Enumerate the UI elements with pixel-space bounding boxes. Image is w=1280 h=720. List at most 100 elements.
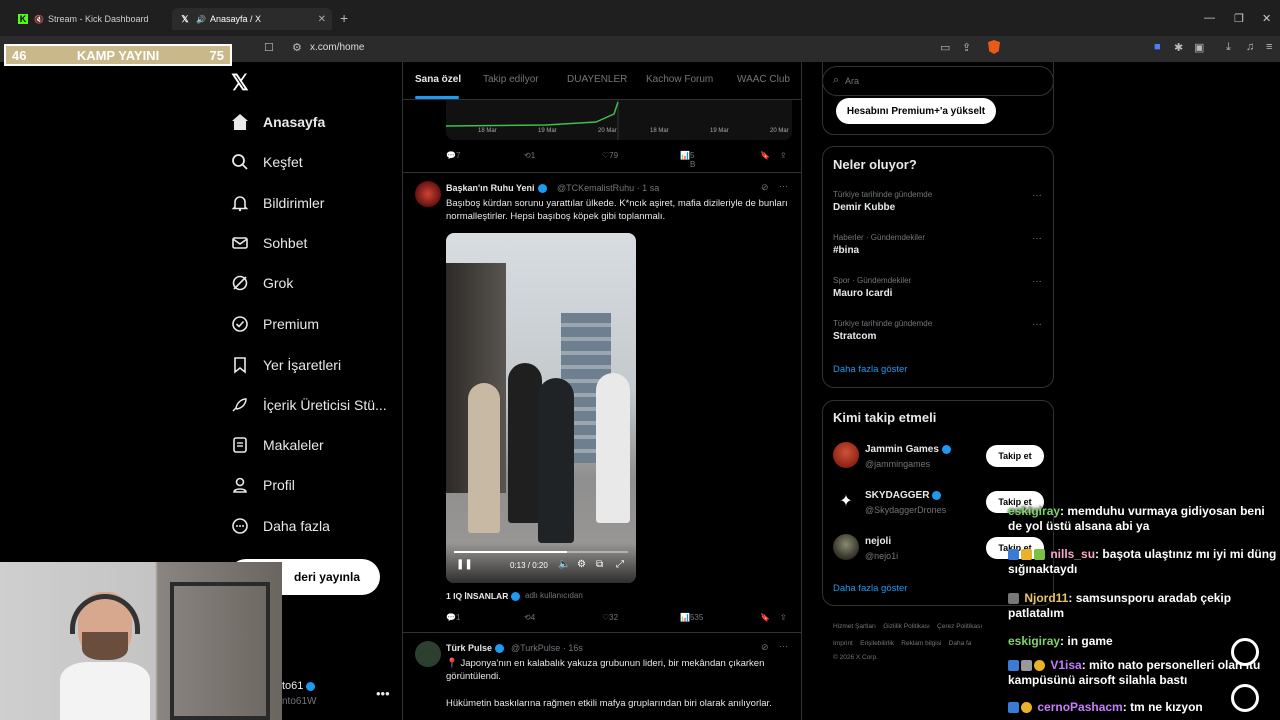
tab-kachow-forum[interactable]: Kachow Forum (646, 74, 713, 85)
extensions-icon[interactable]: ✱ (1174, 41, 1183, 54)
restore-icon[interactable]: ❐ (1234, 12, 1244, 25)
account-name[interactable]: to61 (282, 680, 316, 692)
tweet-author[interactable]: Türk Pulse (446, 643, 505, 654)
tweet-more-icon[interactable]: ··· (779, 181, 788, 191)
brave-shield-icon[interactable] (988, 40, 1000, 54)
nav-messages[interactable]: Sohbet (231, 228, 401, 258)
bookmark-page-icon[interactable]: ☐ (264, 41, 274, 54)
trend-item[interactable]: Demir Kubbe (833, 202, 895, 213)
nav-explore[interactable]: Keşfet (231, 147, 401, 177)
footer-link[interactable]: Hizmet Şartları (833, 623, 876, 630)
trend-more-icon[interactable]: ··· (1032, 276, 1042, 287)
nav-notifications[interactable]: Bildirimler (231, 188, 401, 218)
url-field[interactable]: x.com/home (310, 42, 364, 53)
fullscreen-icon[interactable]: ⤢ (616, 559, 624, 570)
avatar[interactable] (833, 442, 859, 468)
close-window-icon[interactable]: ✕ (1262, 12, 1271, 25)
trend-item[interactable]: Stratcom (833, 331, 876, 342)
video-progress[interactable] (454, 551, 628, 553)
follow-button[interactable]: Takip et (986, 445, 1044, 467)
tab-following[interactable]: Takip edilyor (483, 74, 539, 85)
retweet-button[interactable]: ⟲ 1 (524, 151, 535, 160)
nav-profile[interactable]: Profil (231, 470, 401, 500)
pip-icon[interactable]: ⧉ (596, 559, 603, 570)
tab-x-home[interactable]: 𝕏 🔊 Anasayfa / X ✕ (172, 8, 332, 30)
nav-grok[interactable]: Grok (231, 268, 401, 298)
close-tab-icon[interactable]: ✕ (318, 14, 326, 25)
extension-icon[interactable]: ■ (1154, 41, 1161, 53)
chat-message: nills_su: başota ulaştınız mı iyi mi dün… (1008, 547, 1277, 576)
skydagger-logo-icon[interactable]: ✦ (833, 488, 859, 514)
footer-link[interactable]: Reklam bilgisi (901, 640, 941, 647)
avatar[interactable] (415, 181, 441, 207)
trend-item[interactable]: #bina (833, 245, 859, 256)
trend-item[interactable]: Mauro Icardi (833, 288, 892, 299)
settings-icon[interactable]: ⚙ (577, 559, 586, 570)
grok-tweet-icon[interactable]: ⊘ (761, 642, 769, 653)
tweet-handle[interactable]: @TurkPulse · 16s (511, 643, 583, 653)
new-tab-icon[interactable]: + (340, 10, 348, 26)
cast-icon[interactable]: ▭ (940, 41, 950, 54)
trend-category: Türkiye tarihinde gündemde (833, 190, 933, 199)
volume-icon[interactable]: 🔈 (558, 559, 570, 570)
nav-more[interactable]: Daha fazla (231, 511, 401, 541)
footer-link[interactable]: Gizlilik Politikası (883, 623, 930, 630)
nav-creator-studio[interactable]: İçerik Üreticisi Stü... (231, 390, 401, 420)
share-tweet-icon[interactable]: ⇪ (780, 151, 787, 160)
views-button[interactable]: 📊 5 B (680, 151, 695, 169)
tab-waac-club[interactable]: WAAC Club (737, 74, 790, 85)
bookmark-tweet-icon[interactable]: 🔖 (760, 613, 770, 622)
tab-for-you[interactable]: Sana özel (415, 74, 461, 85)
x-logo-icon[interactable]: 𝕏 (231, 70, 249, 96)
tweet-card[interactable]: Türk Pulse @TurkPulse · 16s ⊘ ··· 📍 Japo… (403, 632, 801, 720)
tweet-card[interactable]: Başkan'ın Ruhu Yeni @TCKemalistRuhu · 1 … (403, 172, 801, 632)
sidebar-icon[interactable]: ▣ (1194, 41, 1204, 54)
trend-more-icon[interactable]: ··· (1032, 319, 1042, 330)
footer-link[interactable]: Daha fa (949, 640, 972, 647)
tweet-author[interactable]: Başkan'ın Ruhu Yeni (446, 183, 547, 194)
tweet-more-icon[interactable]: ··· (779, 641, 788, 651)
minimize-icon[interactable]: — (1204, 12, 1215, 24)
trend-more-icon[interactable]: ··· (1032, 233, 1042, 244)
views-button[interactable]: 📊 535 (680, 613, 703, 622)
suggested-account-name[interactable]: SKYDAGGER (865, 490, 942, 501)
grok-float-icon[interactable] (1231, 638, 1259, 666)
share-icon[interactable]: ⇪ (962, 41, 971, 54)
grok-tweet-icon[interactable]: ⊘ (761, 182, 769, 193)
avatar[interactable] (415, 641, 441, 667)
nav-bookmarks[interactable]: Yer İşaretleri (231, 350, 401, 380)
media-icon[interactable]: ♫ (1246, 41, 1254, 53)
tweet-handle[interactable]: @TCKemalistRuhu · 1 sa (557, 183, 659, 193)
pause-icon[interactable]: ❚❚ (456, 559, 473, 570)
nav-home[interactable]: Anasayfa (231, 107, 401, 137)
footer-link[interactable]: Imprint (833, 640, 853, 647)
video-source[interactable]: 1 IQ İNSANLAR (446, 591, 521, 602)
premium-upgrade-button[interactable]: Hesabını Premium+'a yükselt (836, 98, 996, 124)
tweet-video[interactable]: ❚❚ 0:13 / 0:20 🔈 ⚙ ⧉ ⤢ (446, 233, 636, 583)
messages-float-icon[interactable] (1231, 684, 1259, 712)
tab-kick-dashboard[interactable]: K 🔇 Stream - Kick Dashboard (10, 8, 170, 30)
reply-button[interactable]: 💬 7 (446, 151, 460, 160)
menu-icon[interactable]: ≡ (1266, 41, 1272, 53)
account-menu-icon[interactable]: ••• (376, 686, 390, 701)
reply-button[interactable]: 💬 1 (446, 613, 460, 622)
download-icon[interactable]: ⤓ (1226, 41, 1231, 54)
footer-link[interactable]: Çerez Politikası (937, 623, 982, 630)
suggested-account-name[interactable]: nejoli (865, 536, 891, 547)
avatar[interactable] (833, 534, 859, 560)
retweet-button[interactable]: ⟲ 4 (524, 613, 535, 622)
nav-premium[interactable]: Premium (231, 309, 401, 339)
tab-duayenler[interactable]: DUAYENLER (567, 74, 627, 85)
site-info-icon[interactable]: ⚙ (292, 41, 302, 54)
like-button[interactable]: ♡ 32 (602, 613, 618, 622)
nav-articles[interactable]: Makaleler (231, 430, 401, 460)
bookmark-tweet-icon[interactable]: 🔖 (760, 151, 770, 160)
suggested-account-name[interactable]: Jammin Games (865, 444, 951, 455)
like-button[interactable]: ♡ 79 (602, 151, 618, 160)
who-show-more[interactable]: Daha fazla göster (833, 583, 907, 594)
badge-icon (1021, 660, 1032, 672)
footer-link[interactable]: Erişilebilirlik (860, 640, 894, 647)
share-tweet-icon[interactable]: ⇪ (780, 613, 787, 622)
trends-show-more[interactable]: Daha fazla göster (833, 364, 907, 375)
trend-more-icon[interactable]: ··· (1032, 190, 1042, 201)
